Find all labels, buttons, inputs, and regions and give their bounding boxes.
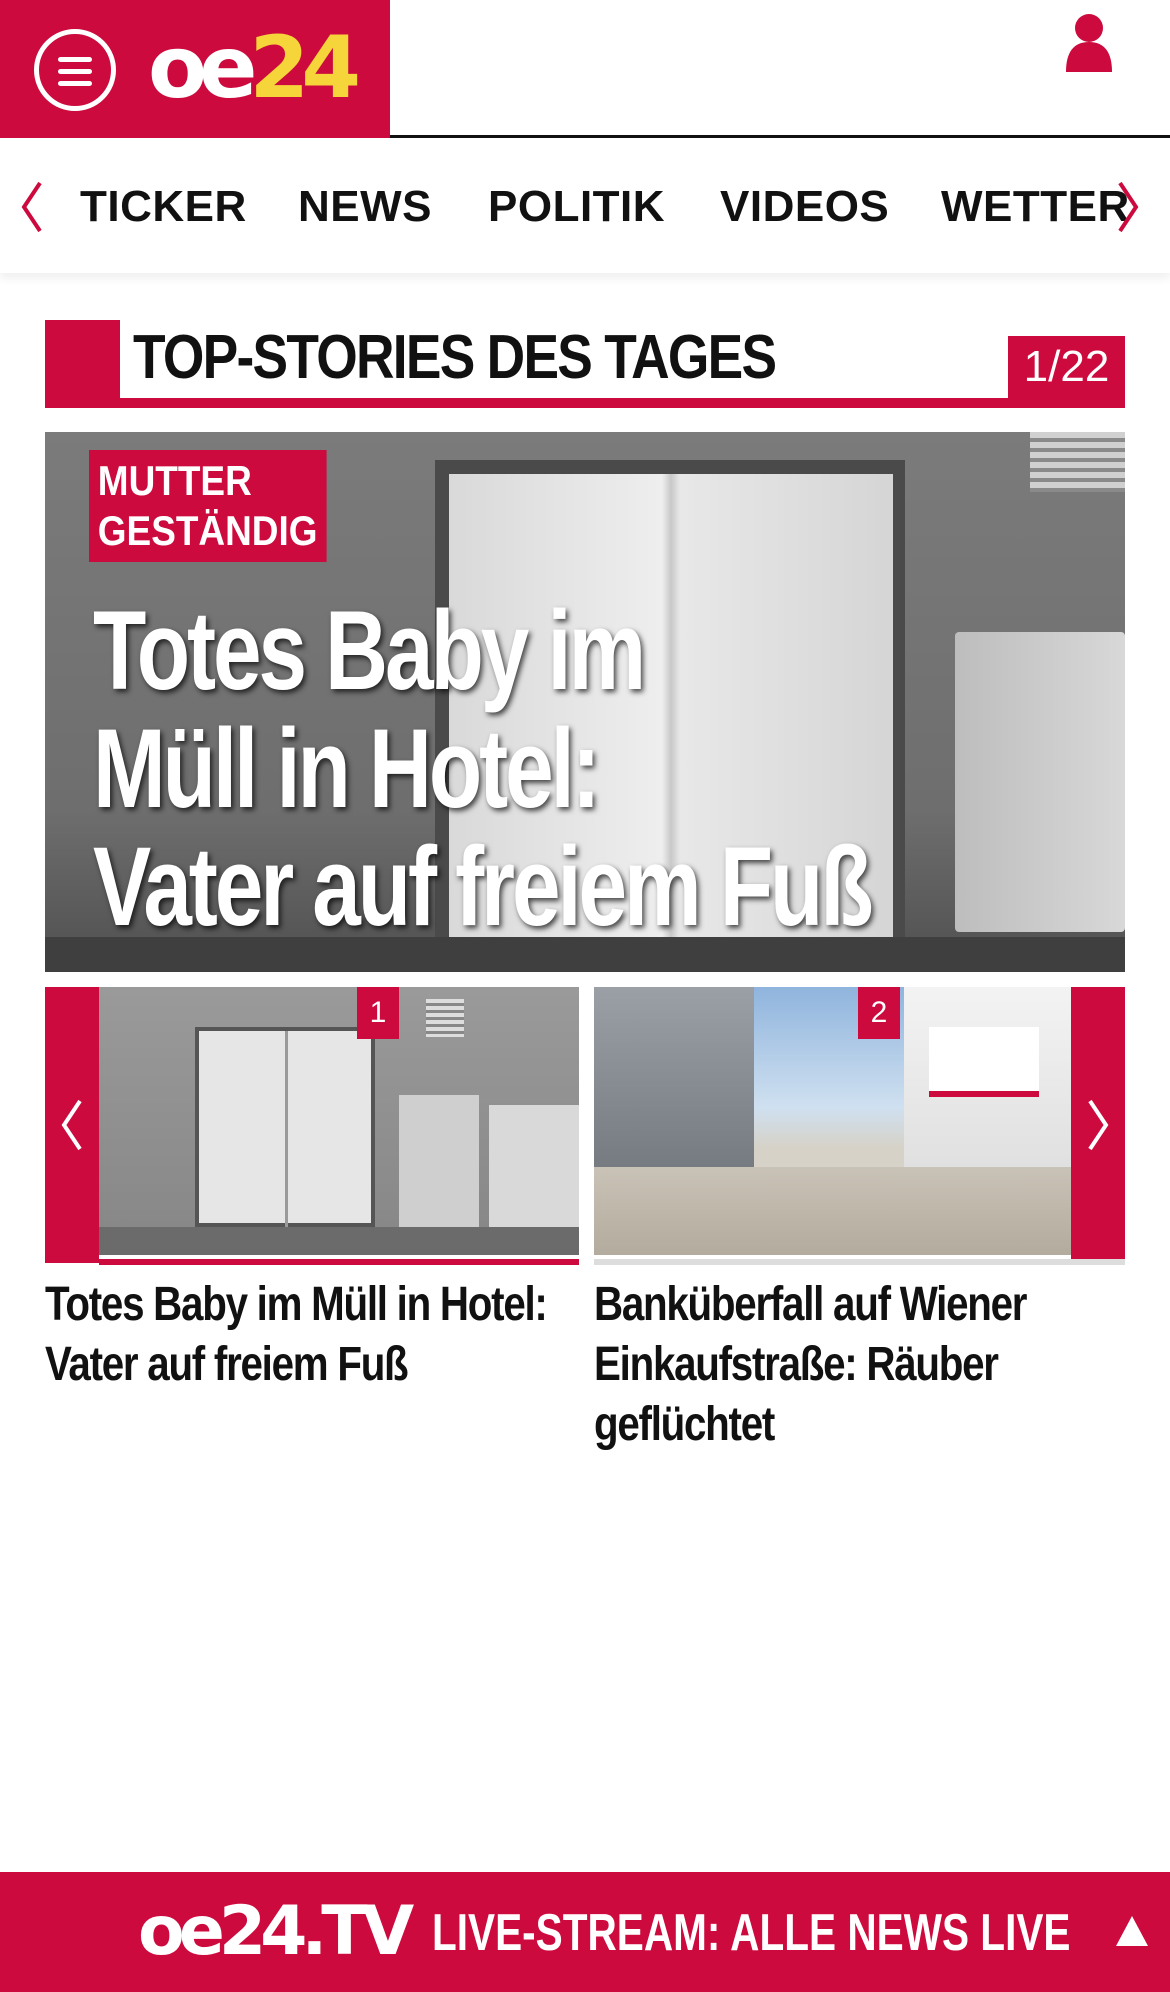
hamburger-menu-icon[interactable] <box>34 29 116 111</box>
nav-scroll-left-icon[interactable] <box>16 177 48 237</box>
thumbnail-number-badge: 2 <box>858 987 900 1039</box>
nav-item-news[interactable]: NEWS <box>298 179 432 235</box>
nav-scroll-right-icon[interactable] <box>1112 177 1144 237</box>
thumbnail-number-badge: 1 <box>357 987 399 1039</box>
inactive-indicator-bar <box>594 1259 1125 1265</box>
carousel-thumbnail-2[interactable]: 2 <box>594 987 1071 1255</box>
hero-headline[interactable]: Totes Baby im Müll in Hotel: Vater auf f… <box>93 588 874 949</box>
nav-item-politik[interactable]: POLITIK <box>488 179 665 235</box>
nav-item-ticker[interactable]: TICKER <box>80 179 247 235</box>
hero-story[interactable]: MUTTER GESTÄNDIG Totes Baby im Müll in H… <box>45 432 1125 972</box>
nav-item-wetter[interactable]: WETTER <box>941 179 1130 235</box>
logo-number: 24 <box>249 18 361 118</box>
hero-kicker: MUTTER GESTÄNDIG <box>89 450 327 562</box>
section-underline <box>45 398 1125 408</box>
section-accent <box>45 320 120 408</box>
nav-item-videos[interactable]: VIDEOS <box>720 179 889 235</box>
carousel-next-button[interactable] <box>1071 987 1125 1263</box>
live-stream-label: LIVE-STREAM: ALLE NEWS LIVE <box>432 1904 1071 1962</box>
section-title: TOP-STORIES DES TAGES <box>133 323 777 392</box>
card-title-line: Totes Baby im Müll in Hotel: <box>45 1278 548 1331</box>
hero-kicker-line: MUTTER <box>97 457 252 504</box>
card-title-line: Banküberfall auf Wiener <box>594 1278 1027 1331</box>
card-title-line: geflüchtet <box>594 1398 775 1451</box>
hero-headline-line: Totes Baby im <box>93 588 646 713</box>
section-header: TOP-STORIES DES TAGES 1/22 <box>45 320 1125 408</box>
site-header: oe24 <box>0 0 1170 138</box>
carousel-card-title-1[interactable]: Totes Baby im Müll in Hotel: Vater auf f… <box>45 1275 548 1395</box>
brand-block: oe24 <box>0 0 390 138</box>
card-title-line: Vater auf freiem Fuß <box>45 1338 409 1391</box>
carousel-thumbnail-1[interactable]: 1 <box>99 987 579 1255</box>
hero-headline-line: Vater auf freiem Fuß <box>93 824 874 949</box>
active-indicator-bar <box>99 1259 579 1265</box>
logo-main: oe <box>148 18 257 118</box>
card-title-line: Einkaufstraße: Räuber <box>594 1338 999 1391</box>
chevron-right-icon <box>1088 1099 1109 1151</box>
oe24tv-logo: oe24.TV <box>138 1892 414 1971</box>
site-logo[interactable]: oe24 <box>148 18 361 118</box>
live-stream-bar[interactable]: oe24.TV LIVE-STREAM: ALLE NEWS LIVE <box>0 1872 1170 1992</box>
hero-kicker-line: GESTÄNDIG <box>97 507 318 554</box>
user-icon[interactable] <box>1064 12 1114 72</box>
story-carousel: 1 2 <box>45 987 1125 1267</box>
hero-headline-line: Müll in Hotel: <box>93 706 601 831</box>
chevron-left-icon <box>61 1099 82 1151</box>
story-counter: 1/22 <box>1008 336 1125 398</box>
carousel-prev-button[interactable] <box>45 987 99 1263</box>
expand-up-icon[interactable] <box>1114 1914 1150 1948</box>
carousel-card-title-2[interactable]: Banküberfall auf Wiener Einkaufstraße: R… <box>594 1275 1027 1455</box>
main-navigation: TICKER NEWS POLITIK VIDEOS WETTER <box>0 141 1170 273</box>
